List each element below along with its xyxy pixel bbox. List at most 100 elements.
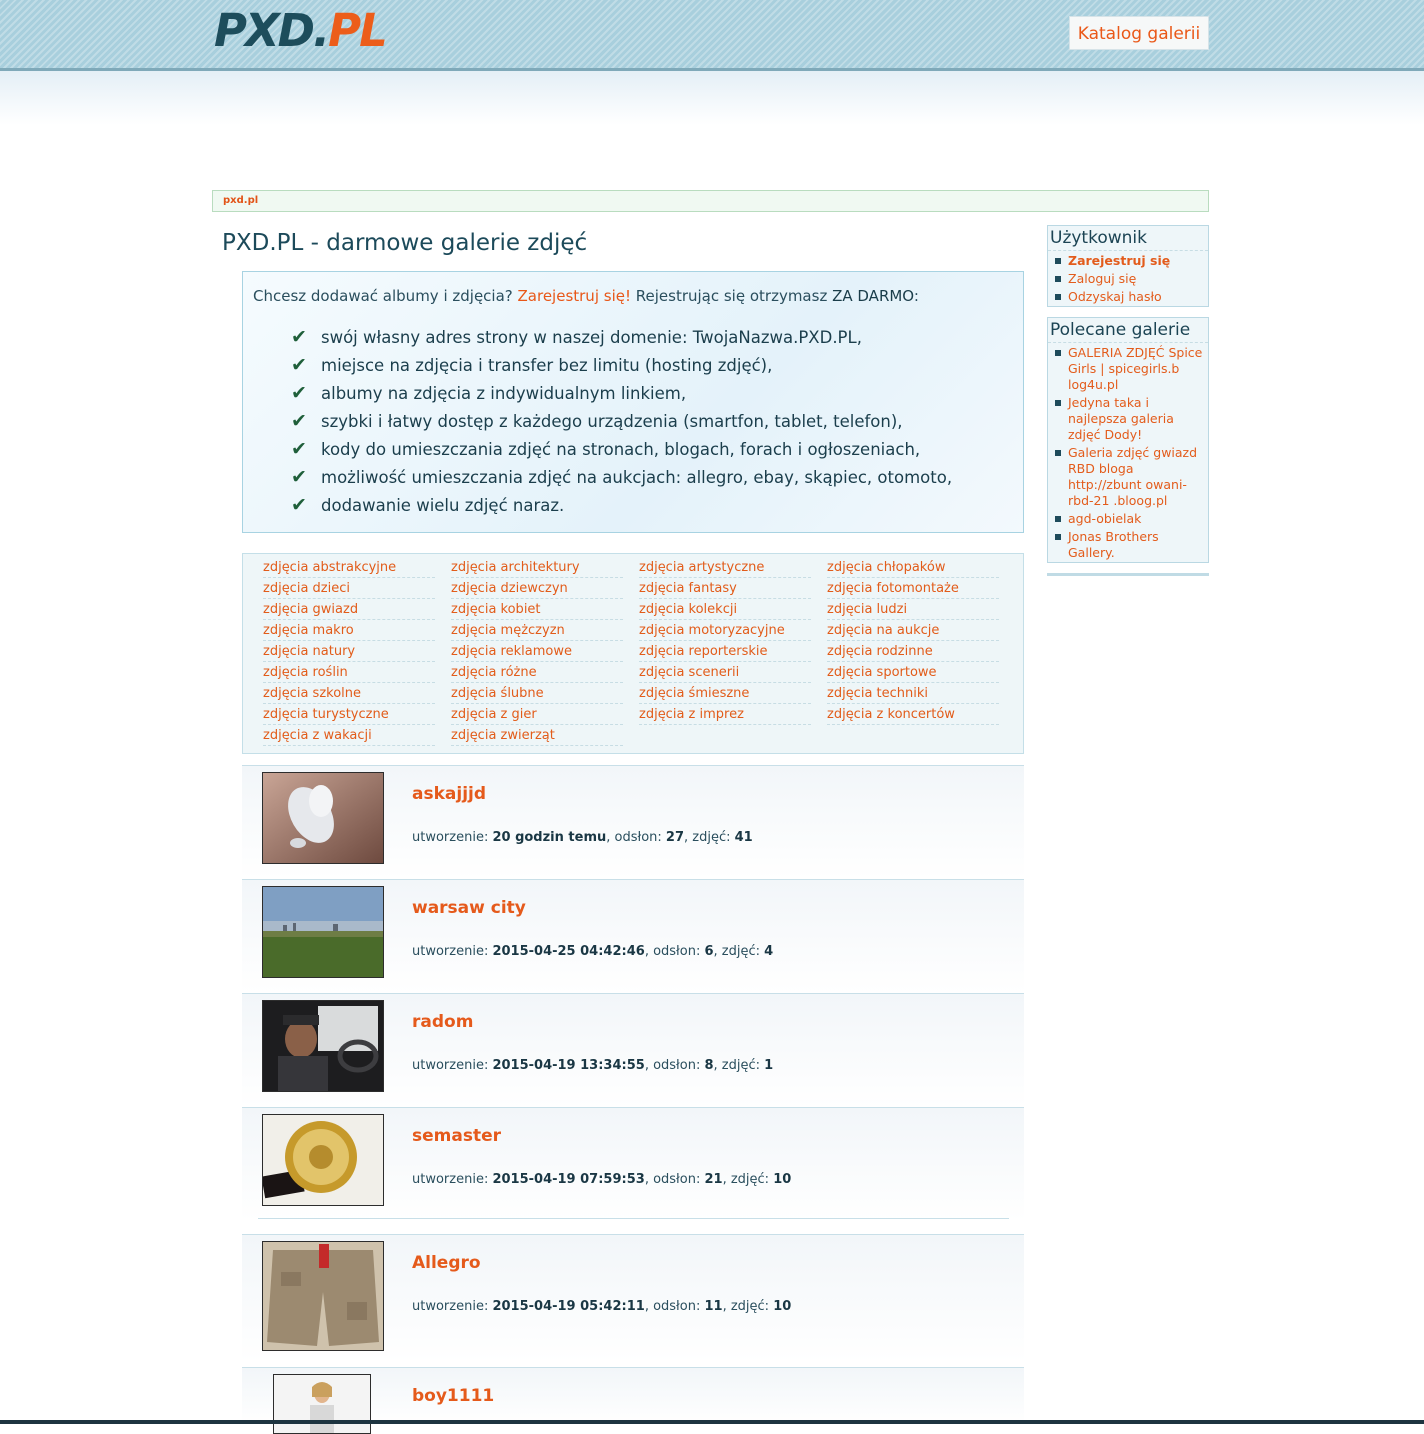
category-link[interactable]: zdjęcia na aukcje bbox=[827, 621, 999, 641]
gallery-meta: utworzenie: 20 godzin temu, odsłon: 27, … bbox=[412, 830, 753, 845]
catalog-button[interactable]: Katalog galerii bbox=[1069, 16, 1209, 50]
category-link[interactable]: zdjęcia z koncertów bbox=[827, 705, 999, 725]
category-link[interactable]: zdjęcia architektury bbox=[451, 558, 623, 578]
recover-password-link[interactable]: Odzyskaj hasło bbox=[1048, 289, 1208, 305]
promo-register-link[interactable]: Zarejestruj się! bbox=[518, 287, 631, 305]
login-link[interactable]: Zaloguj się bbox=[1048, 271, 1208, 287]
category-link[interactable]: zdjęcia zwierząt bbox=[451, 726, 623, 746]
category-link[interactable]: zdjęcia reporterskie bbox=[639, 642, 811, 662]
gallery-title-link[interactable]: Allegro bbox=[412, 1253, 481, 1273]
gallery-meta: utworzenie: 2015-04-19 07:59:53, odsłon:… bbox=[412, 1172, 792, 1187]
category-link[interactable]: zdjęcia z imprez bbox=[639, 705, 811, 725]
recommended-galleries-title: Polecane galerie bbox=[1048, 318, 1208, 343]
recommended-gallery-link[interactable]: Galeria zdjęć gwiazd RBD bloga http://zb… bbox=[1048, 445, 1208, 509]
gallery-item: semaster utworzenie: 2015-04-19 07:59:53… bbox=[242, 1107, 1024, 1221]
category-link[interactable]: zdjęcia turystyczne bbox=[263, 705, 435, 725]
category-link[interactable]: zdjęcia śmieszne bbox=[639, 684, 811, 704]
checkmark-icon: ✔ bbox=[291, 354, 307, 376]
benefit-item: ✔ swój własny adres strony w naszej domen… bbox=[291, 326, 862, 348]
category-link[interactable]: zdjęcia roślin bbox=[263, 663, 435, 683]
category-link[interactable]: zdjęcia fotomontaże bbox=[827, 579, 999, 599]
sidebar-divider bbox=[1047, 573, 1209, 576]
category-link[interactable]: zdjęcia rodzinne bbox=[827, 642, 999, 662]
category-link[interactable]: zdjęcia abstrakcyjne bbox=[263, 558, 435, 578]
category-link[interactable]: zdjęcia sportowe bbox=[827, 663, 999, 683]
category-link[interactable]: zdjęcia mężczyzn bbox=[451, 621, 623, 641]
category-link[interactable]: zdjęcia artystyczne bbox=[639, 558, 811, 578]
gallery-thumbnail[interactable] bbox=[262, 1000, 384, 1092]
category-link[interactable]: zdjęcia z wakacji bbox=[263, 726, 435, 746]
checkmark-icon: ✔ bbox=[291, 466, 307, 488]
site-logo[interactable]: PXD.PL bbox=[214, 6, 388, 56]
photo-watch-image bbox=[263, 1115, 383, 1205]
gallery-title-link[interactable]: askajjjd bbox=[412, 784, 486, 804]
gallery-thumbnail[interactable] bbox=[262, 886, 384, 978]
category-link[interactable]: zdjęcia dziewczyn bbox=[451, 579, 623, 599]
breadcrumb-home-link[interactable]: pxd.pl bbox=[223, 195, 258, 206]
register-link[interactable]: Zarejestruj się bbox=[1048, 253, 1208, 269]
gallery-item: radom utworzenie: 2015-04-19 13:34:55, o… bbox=[242, 993, 1024, 1107]
benefit-item: ✔ kody do umieszczania zdjęć na stronach,… bbox=[291, 438, 921, 460]
category-link[interactable]: zdjęcia motoryzacyjne bbox=[639, 621, 811, 641]
photo-man-in-car-image bbox=[263, 1001, 383, 1091]
category-link[interactable]: zdjęcia kolekcji bbox=[639, 600, 811, 620]
benefit-item: ✔ miejsce na zdjęcia i transfer bez limit… bbox=[291, 354, 773, 376]
recommended-gallery-link[interactable]: Jonas Brothers Gallery. bbox=[1048, 529, 1208, 561]
photo-person-image bbox=[274, 1375, 370, 1433]
promo-intro: Chcesz dodawać albumy i zdjęcia? Zarejes… bbox=[253, 287, 919, 305]
category-list: zdjęcia abstrakcyjne zdjęcia architektur… bbox=[242, 553, 1024, 754]
page-title: PXD.PL - darmowe galerie zdjęć bbox=[222, 230, 588, 256]
section-divider bbox=[258, 1218, 1009, 1219]
benefit-item: ✔ szybki i łatwy dostęp z każdego urządze… bbox=[291, 410, 903, 432]
recommended-gallery-link[interactable]: agd-obielak bbox=[1048, 511, 1208, 527]
category-link[interactable]: zdjęcia gwiazd bbox=[263, 600, 435, 620]
recommended-gallery-link[interactable]: GALERIA ZDJĘĆ Spice Girls | spicegirls.b… bbox=[1048, 345, 1208, 393]
gallery-item: boy1111 bbox=[242, 1367, 1024, 1434]
gallery-thumbnail[interactable] bbox=[273, 1374, 371, 1434]
gallery-thumbnail[interactable] bbox=[262, 772, 384, 864]
gallery-item: Allegro utworzenie: 2015-04-19 05:42:11,… bbox=[242, 1234, 1024, 1362]
category-link[interactable]: zdjęcia reklamowe bbox=[451, 642, 623, 662]
category-link[interactable]: zdjęcia chłopaków bbox=[827, 558, 999, 578]
header-subbar bbox=[0, 71, 1424, 125]
category-link[interactable]: zdjęcia makro bbox=[263, 621, 435, 641]
photo-city-landscape-image bbox=[263, 887, 383, 977]
category-link[interactable]: zdjęcia techniki bbox=[827, 684, 999, 704]
photo-shorts-image bbox=[263, 1242, 383, 1350]
category-link[interactable]: zdjęcia ślubne bbox=[451, 684, 623, 704]
gallery-item: askajjjd utworzenie: 20 godzin temu, ods… bbox=[242, 765, 1024, 879]
category-link[interactable]: zdjęcia z gier bbox=[451, 705, 623, 725]
recommended-gallery-link[interactable]: Jedyna taka i najlepsza galeria zdjęć Do… bbox=[1048, 395, 1208, 443]
category-link[interactable]: zdjęcia dzieci bbox=[263, 579, 435, 599]
user-menu: Zarejestruj się Zaloguj się Odzyskaj has… bbox=[1048, 251, 1208, 305]
checkmark-icon: ✔ bbox=[291, 494, 307, 516]
gallery-title-link[interactable]: boy1111 bbox=[412, 1386, 494, 1406]
gallery-item: warsaw city utworzenie: 2015-04-25 04:42… bbox=[242, 879, 1024, 993]
category-link[interactable]: zdjęcia szkolne bbox=[263, 684, 435, 704]
gallery-meta: utworzenie: 2015-04-19 05:42:11, odsłon:… bbox=[412, 1299, 792, 1314]
category-link[interactable]: zdjęcia natury bbox=[263, 642, 435, 662]
gallery-title-link[interactable]: semaster bbox=[412, 1126, 501, 1146]
checkmark-icon: ✔ bbox=[291, 438, 307, 460]
category-link[interactable]: zdjęcia ludzi bbox=[827, 600, 999, 620]
benefit-item: ✔ albumy na zdjęcia z indywidualnym linki… bbox=[291, 382, 687, 404]
user-box-title: Użytkownik bbox=[1048, 226, 1208, 251]
gallery-meta: utworzenie: 2015-04-25 04:42:46, odsłon:… bbox=[412, 944, 774, 959]
gallery-thumbnail[interactable] bbox=[262, 1114, 384, 1206]
gallery-thumbnail[interactable] bbox=[262, 1241, 384, 1351]
benefit-item: ✔ dodawanie wielu zdjęć naraz. bbox=[291, 494, 565, 516]
gallery-title-link[interactable]: warsaw city bbox=[412, 898, 526, 918]
recommended-galleries-box: Polecane galerie GALERIA ZDJĘĆ Spice Gir… bbox=[1047, 317, 1209, 563]
category-link[interactable]: zdjęcia kobiet bbox=[451, 600, 623, 620]
checkmark-icon: ✔ bbox=[291, 326, 307, 348]
benefit-item: ✔ możliwość umieszczania zdjęć na aukcjac… bbox=[291, 466, 953, 488]
category-link[interactable]: zdjęcia scenerii bbox=[639, 663, 811, 683]
category-link[interactable]: zdjęcia fantasy bbox=[639, 579, 811, 599]
checkmark-icon: ✔ bbox=[291, 382, 307, 404]
gallery-meta: utworzenie: 2015-04-19 13:34:55, odsłon:… bbox=[412, 1058, 774, 1073]
photo-shoes-image bbox=[263, 773, 383, 863]
user-box: Użytkownik Zarejestruj się Zaloguj się O… bbox=[1047, 225, 1209, 307]
breadcrumb: pxd.pl bbox=[212, 190, 1209, 212]
category-link[interactable]: zdjęcia różne bbox=[451, 663, 623, 683]
gallery-title-link[interactable]: radom bbox=[412, 1012, 473, 1032]
